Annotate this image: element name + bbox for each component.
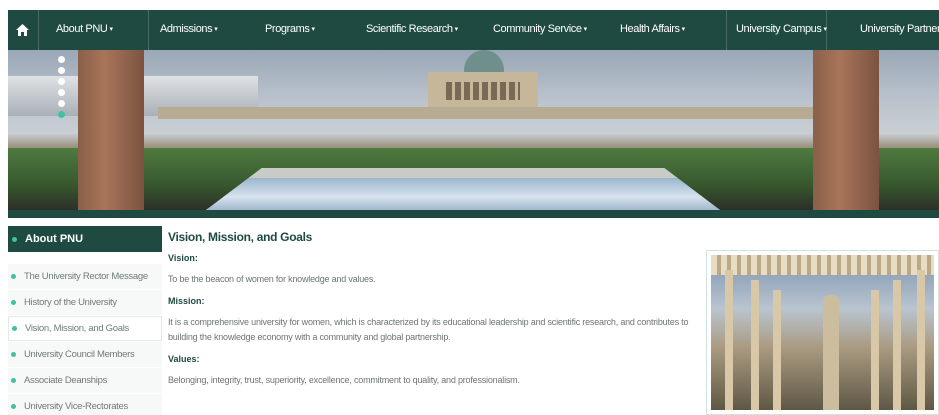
sidebar-item-vision-mission-goals[interactable]: Vision, Mission, and Goals	[8, 316, 162, 341]
campus-photo-image	[711, 255, 934, 410]
sidebar-item-associate-deanships[interactable]: Associate Deanships	[8, 368, 162, 393]
nav-item-programs[interactable]: Programs ▾	[265, 23, 315, 35]
nav-item-admissions[interactable]: Admissions ▾	[160, 23, 218, 35]
mission-text: It is a comprehensive university for wom…	[168, 317, 689, 342]
bullet-icon	[11, 274, 16, 279]
slider-dot[interactable]	[58, 78, 65, 85]
campus-photo	[706, 250, 939, 415]
bullet-icon	[11, 300, 16, 305]
bullet-icon	[11, 352, 16, 357]
vision-heading: Vision:	[168, 253, 198, 263]
sidebar-item-label: University Council Members	[24, 349, 135, 360]
slider-dot[interactable]	[58, 67, 65, 74]
nav-item-about-pnu[interactable]: About PNU ▾	[56, 23, 113, 35]
sidebar-item-label: Associate Deanships	[24, 375, 108, 386]
sidebar-title-label: About PNU	[25, 233, 84, 245]
hero-banner	[8, 50, 939, 210]
values-heading: Values:	[168, 354, 200, 364]
sidebar-title: About PNU	[8, 226, 162, 252]
slider-dot-active[interactable]	[58, 111, 65, 118]
slider-dot[interactable]	[58, 100, 65, 107]
page-title: Vision, Mission, and Goals	[168, 230, 313, 244]
hero-reflecting-pool	[198, 168, 728, 210]
hero-bottom-band	[8, 210, 939, 218]
slider-dot[interactable]	[58, 56, 65, 63]
slider-dot[interactable]	[58, 89, 65, 96]
nav-item-university-partners[interactable]: University Partners▾	[860, 23, 939, 35]
bullet-icon	[11, 404, 16, 409]
photo-column	[871, 290, 879, 410]
vision-text: To be the beacon of women for knowledge …	[168, 274, 376, 284]
nav-separator	[726, 10, 727, 50]
photo-column	[773, 290, 781, 410]
nav-separator	[38, 10, 39, 50]
nav-separator	[826, 10, 827, 50]
nav-item-community-service[interactable]: Community Service ▾	[493, 23, 587, 35]
photo-canopy	[711, 255, 934, 275]
nav-item-university-campus[interactable]: University Campus ▾	[736, 23, 827, 35]
main-content: Vision, Mission, and Goals Vision: To be…	[168, 230, 708, 388]
photo-column	[917, 270, 925, 410]
hero-wall	[158, 107, 829, 119]
photo-column	[725, 270, 733, 410]
photo-clock-tower	[823, 295, 839, 410]
hero-main-building	[428, 72, 538, 108]
sidebar-item-label: The University Rector Message	[24, 271, 148, 282]
bullet-icon	[12, 236, 17, 242]
sidebar-item-label: History of the University	[24, 297, 117, 308]
sidebar-list: The University Rector Message History of…	[8, 264, 162, 415]
nav-item-scientific-research[interactable]: Scientific Research ▾	[366, 23, 458, 35]
sidebar-item-council-members[interactable]: University Council Members	[8, 342, 162, 367]
slider-dots	[58, 56, 65, 118]
hero-pillar-right	[813, 50, 879, 210]
sidebar-item-rector-message[interactable]: The University Rector Message	[8, 264, 162, 289]
nav-separator	[148, 10, 149, 50]
values-text: Belonging, integrity, trust, superiority…	[168, 375, 520, 385]
sidebar-item-label: Vision, Mission, and Goals	[25, 323, 129, 334]
home-icon[interactable]	[8, 10, 36, 50]
bullet-icon	[12, 326, 17, 331]
main-navbar: About PNU ▾ Admissions ▾ Programs ▾ Scienti…	[8, 10, 939, 50]
photo-column	[751, 280, 759, 410]
sidebar-item-label: University Vice-Rectorates	[24, 401, 128, 412]
sidebar: About PNU The University Rector Message …	[8, 226, 162, 415]
sidebar-item-vice-rectorates[interactable]: University Vice-Rectorates	[8, 394, 162, 415]
mission-heading: Mission:	[168, 296, 205, 306]
nav-item-health-affairs[interactable]: Health Affairs ▾	[620, 23, 685, 35]
bullet-icon	[11, 378, 16, 383]
sidebar-item-history[interactable]: History of the University	[8, 290, 162, 315]
photo-column	[893, 280, 901, 410]
hero-pillar-left	[78, 50, 144, 210]
